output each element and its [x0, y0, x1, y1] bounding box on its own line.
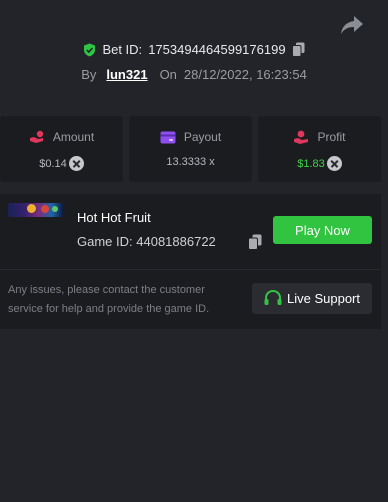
payout-label: Payout	[183, 130, 222, 144]
amount-label: Amount	[52, 130, 95, 144]
hand-profit-icon	[294, 130, 309, 144]
currency-coin-icon[interactable]	[68, 156, 84, 171]
payout-value: 13.3333 x	[166, 156, 215, 168]
on-label: On	[159, 67, 177, 82]
by-label: By	[81, 67, 97, 82]
live-support-button[interactable]: Live Support	[252, 283, 372, 314]
bet-id-value: 1753494464599176199	[148, 42, 286, 57]
payout-card: Payout 13.3333 x	[129, 116, 252, 182]
wallet-card-icon	[160, 131, 176, 143]
bet-datetime: 28/12/2022, 16:23:54	[183, 67, 307, 82]
divider	[0, 269, 381, 270]
amount-card: Amount $0.14	[0, 116, 123, 182]
amount-value: $0.14	[39, 157, 67, 170]
game-panel: Hot Hot Fruit Game ID: 44081886722 Play …	[0, 194, 381, 329]
profit-label: Profit	[317, 130, 346, 144]
game-id: Game ID: 44081886722	[77, 234, 216, 249]
game-thumbnail[interactable]	[8, 203, 63, 217]
profit-card: Profit $1.83	[258, 116, 381, 182]
support-note: Any issues, please contact the customer …	[8, 284, 210, 315]
fruit-icon	[41, 205, 49, 213]
currency-coin-icon[interactable]	[326, 156, 342, 171]
fruit-icon	[52, 206, 58, 212]
bet-id-row: Bet ID: 1753494464599176199	[0, 42, 388, 57]
bet-id-label: Bet ID:	[102, 42, 143, 57]
live-support-label: Live Support	[287, 291, 360, 306]
play-now-button[interactable]: Play Now	[273, 216, 372, 244]
copy-game-id-icon[interactable]	[248, 234, 262, 250]
shield-check-icon	[84, 43, 96, 56]
headset-icon	[264, 290, 282, 305]
hand-coin-icon	[29, 130, 44, 143]
fruit-icon	[27, 204, 36, 213]
username-link[interactable]: lun321	[106, 67, 147, 82]
copy-bet-id-icon[interactable]	[291, 42, 305, 57]
share-icon[interactable]	[340, 14, 364, 36]
game-id-label: Game ID:	[77, 234, 133, 249]
game-name: Hot Hot Fruit	[77, 210, 151, 225]
profit-value: $1.83	[297, 157, 325, 170]
game-id-value: 44081886722	[136, 234, 216, 249]
bet-meta-row: By lun321 On 28/12/2022, 16:23:54	[0, 67, 388, 82]
